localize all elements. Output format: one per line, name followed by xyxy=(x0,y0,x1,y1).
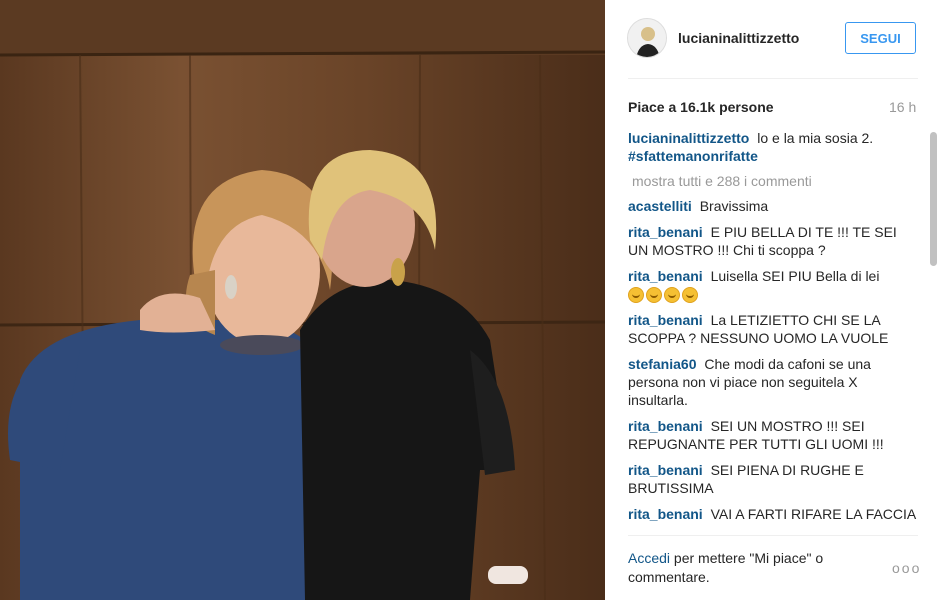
comment-username[interactable]: rita_benani xyxy=(628,506,703,522)
smiling-face-icon xyxy=(664,287,680,304)
smiling-face-icon xyxy=(628,287,644,304)
comment-item: rita_benani E PIU BELLA DI TE !!! TE SEI… xyxy=(628,223,918,259)
comments-list: lucianinalittizzetto lo e la mia sosia 2… xyxy=(628,129,918,527)
comment-item: stefania60 Che modi da cafoni se una per… xyxy=(628,355,918,409)
follow-button[interactable]: SEGUI xyxy=(845,22,916,54)
post-side-panel: lucianinalittizzetto SEGUI Piace a 16.1k… xyxy=(606,0,942,600)
comment-text: Bravissima xyxy=(699,198,769,214)
post-photo[interactable] xyxy=(0,0,605,600)
profile-avatar[interactable] xyxy=(627,18,667,58)
login-prompt: Accedi per mettere "Mi piace" o commenta… xyxy=(628,549,868,587)
comment-item: acastelliti Bravissima xyxy=(628,197,918,215)
post-header: lucianinalittizzetto SEGUI xyxy=(606,0,942,78)
likes-count[interactable]: Piace a 16.1k persone xyxy=(628,99,774,115)
comments-scrollbar[interactable] xyxy=(930,132,937,266)
comment-username[interactable]: rita_benani xyxy=(628,462,703,478)
caption-text: lo e la mia sosia 2. xyxy=(757,130,874,146)
caption-username[interactable]: lucianinalittizzetto xyxy=(628,130,749,146)
comment-item: rita_benani SEI PIENA DI RUGHE E BRUTISS… xyxy=(628,461,918,497)
post-timestamp: 16 h xyxy=(889,99,917,115)
comment-username[interactable]: rita_benani xyxy=(628,312,703,328)
login-link[interactable]: Accedi xyxy=(628,550,670,566)
comment-item: rita_benani VAI A FARTI RIFARE LA FACCIA… xyxy=(628,505,918,527)
more-options-icon[interactable]: ooo xyxy=(892,560,921,576)
view-all-comments-link[interactable]: mostra tutti e 288 i commenti xyxy=(632,173,918,189)
username-link[interactable]: lucianinalittizzetto xyxy=(678,30,799,46)
comment-username[interactable]: stefania60 xyxy=(628,356,696,372)
divider xyxy=(628,78,918,79)
comment-item: rita_benani Luisella SEI PIU Bella di le… xyxy=(628,267,918,304)
caption-hashtag[interactable]: #sfattemanonrifatte xyxy=(628,148,758,164)
avatar-icon xyxy=(628,19,666,57)
smiling-face-icon xyxy=(646,287,662,304)
smiling-face-icon xyxy=(682,287,698,304)
comment-username[interactable]: rita_benani xyxy=(628,224,703,240)
caption: lucianinalittizzetto lo e la mia sosia 2… xyxy=(628,129,918,165)
comment-username[interactable]: rita_benani xyxy=(628,418,703,434)
comment-username[interactable]: rita_benani xyxy=(628,268,703,284)
comment-item: rita_benani La LETIZIETTO CHI SE LA SCOP… xyxy=(628,311,918,347)
divider xyxy=(628,535,918,536)
photo-illustration xyxy=(0,0,605,600)
comment-item: rita_benani SEI UN MOSTRO !!! SEI REPUGN… xyxy=(628,417,918,453)
comment-text: Luisella SEI PIU Bella di lei xyxy=(710,268,880,284)
comment-username[interactable]: acastelliti xyxy=(628,198,692,214)
